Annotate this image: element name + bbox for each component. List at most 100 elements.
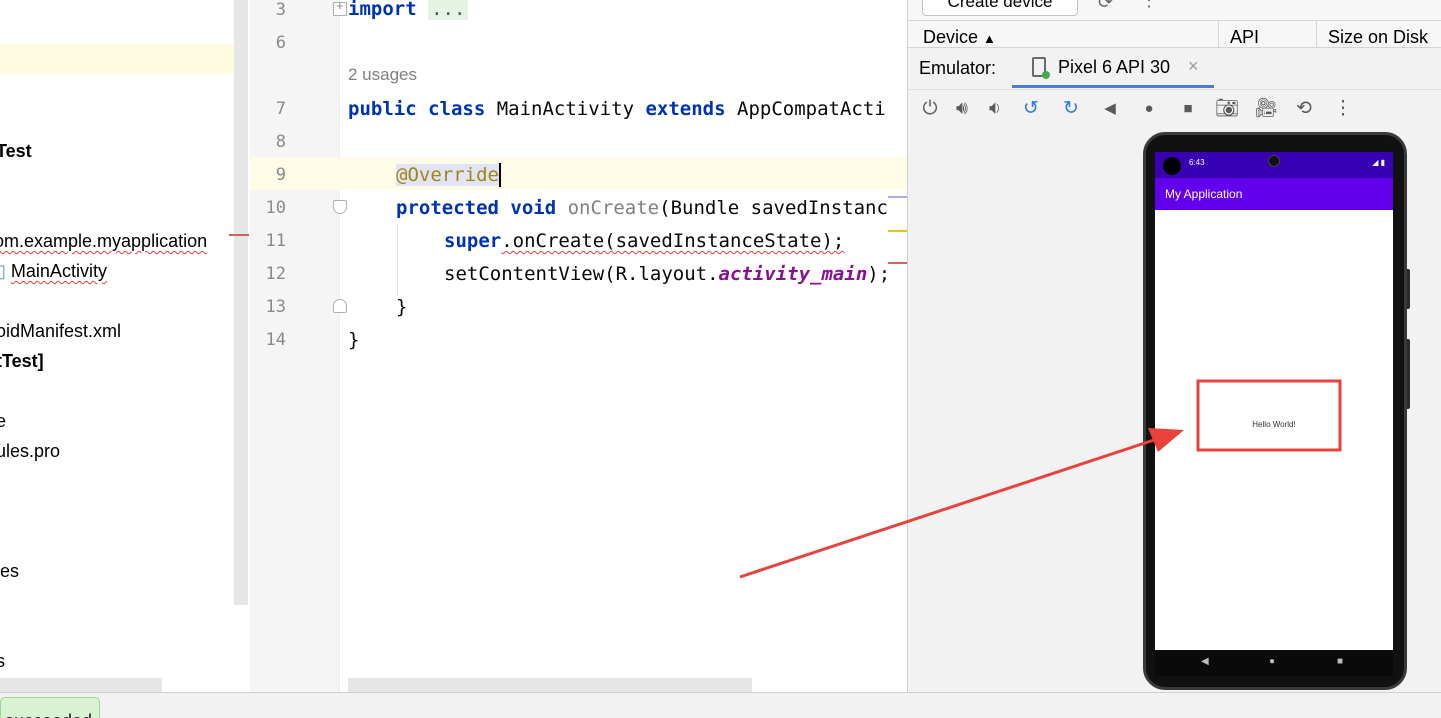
device-table-header: Device ▲ API Size on Disk xyxy=(908,20,1441,49)
volume-down-icon[interactable]: 🔉︎ xyxy=(983,97,1007,121)
line-number: 7 xyxy=(275,99,286,119)
emulator-toolbar: ⏻ 🔊︎ 🔉︎ ↺ ↻ ◀ ● ■ 📷︎ 🎥︎ ⟲ ⋮ xyxy=(908,91,1441,129)
code-line-annotation[interactable]: @Override xyxy=(396,163,501,187)
screenrecord-icon[interactable]: 🎥︎ xyxy=(1254,97,1278,121)
overview-icon[interactable]: ■ xyxy=(1176,97,1200,121)
android-status-bar: 6:43 ◢ ▮ xyxy=(1155,152,1393,178)
fold-expand-icon[interactable] xyxy=(333,0,347,16)
screenshot-icon[interactable]: 📷︎ xyxy=(1215,97,1239,121)
camera-cutout xyxy=(1163,157,1181,175)
column-separator[interactable] xyxy=(1218,21,1219,49)
method-name: onCreate xyxy=(567,197,660,219)
class-name: MainActivity xyxy=(496,98,635,120)
annotation: @Override xyxy=(396,164,499,186)
keyword: import xyxy=(348,0,417,20)
tree-item-manifest[interactable]: oidManifest.xml xyxy=(0,320,121,342)
line-number: 3 xyxy=(275,0,286,20)
nav-home-icon[interactable]: ● xyxy=(1269,656,1275,667)
tree-item-libraries[interactable]: ies xyxy=(0,560,19,582)
tree-item-proguard[interactable]: ules.pro xyxy=(0,440,60,462)
class-icon: ▯ xyxy=(0,261,6,281)
nav-back-icon[interactable]: ◀ xyxy=(1201,656,1209,667)
build-notification[interactable]: succeeded xyxy=(0,697,100,718)
column-separator[interactable] xyxy=(1316,21,1317,49)
create-device-button[interactable]: Create device xyxy=(922,0,1078,16)
emulator-display-area: 6:43 ◢ ▮ My Application Hello World! ◀ ●… xyxy=(908,129,1441,692)
home-icon[interactable]: ● xyxy=(1137,97,1161,121)
tree-item-android-test[interactable]: Test xyxy=(0,140,32,162)
usages-hint[interactable]: 2 usages xyxy=(348,65,417,85)
rotate-right-icon[interactable]: ↻ xyxy=(1059,97,1083,121)
close-icon[interactable]: × xyxy=(1188,56,1199,77)
tree-selected-row[interactable] xyxy=(0,44,248,74)
column-device[interactable]: Device ▲ xyxy=(923,27,996,48)
emulator-label: Emulator: xyxy=(919,58,997,78)
fold-end-icon[interactable] xyxy=(333,299,347,313)
code-line-method[interactable]: protected void onCreate(Bundle savedInst… xyxy=(396,196,888,220)
refresh-icon[interactable]: ⟳ xyxy=(1098,0,1113,13)
project-tree-panel: Test om.example.myapplication ▯ MainActi… xyxy=(0,0,248,692)
device-screen[interactable]: 6:43 ◢ ▮ My Application Hello World! xyxy=(1155,152,1393,650)
nav-overview-icon[interactable]: ■ xyxy=(1337,656,1343,667)
notification-text: succeeded xyxy=(5,711,92,718)
tree-item-test[interactable]: tTest] xyxy=(0,350,44,372)
column-api[interactable]: API xyxy=(1230,27,1259,48)
method-params: (Bundle savedInstanc xyxy=(659,197,888,219)
snapshot-icon[interactable]: ⟲ xyxy=(1292,97,1316,121)
line-number: 9 xyxy=(275,165,286,185)
status-time: 6:43 xyxy=(1189,158,1205,167)
keyword: protected void xyxy=(396,197,557,219)
super-call: .onCreate(savedInstanceState); xyxy=(501,230,845,252)
device-manager-toolbar: Create device ⟳ ⋮ xyxy=(908,0,1441,20)
column-device-label: Device xyxy=(923,27,979,47)
device-manager-panel: Create device ⟳ ⋮ Device ▲ API Size on D… xyxy=(907,0,1441,692)
call-end: ); xyxy=(867,263,891,285)
keyword: super xyxy=(444,230,502,252)
project-horizontal-scrollbar[interactable] xyxy=(0,678,162,692)
tree-item-package[interactable]: om.example.myapplication xyxy=(0,230,207,252)
tree-item-main-activity[interactable]: ▯ MainActivity xyxy=(0,260,107,282)
line-number: 12 xyxy=(265,264,286,284)
rotate-left-icon[interactable]: ↺ xyxy=(1019,97,1043,121)
ide-window: Test om.example.myapplication ▯ MainActi… xyxy=(0,0,1441,718)
indent-guide xyxy=(397,225,398,295)
app-title: My Application xyxy=(1165,187,1243,201)
code-line-super[interactable]: super.onCreate(savedInstanceState); xyxy=(444,229,844,253)
superclass-name: AppCompatActi xyxy=(737,98,886,120)
power-icon[interactable]: ⏻ xyxy=(918,97,942,121)
set-content-call: setContentView(R.layout. xyxy=(444,263,719,285)
volume-up-icon[interactable]: 🔊︎ xyxy=(950,97,974,121)
more-icon[interactable]: ⋮ xyxy=(1140,0,1158,11)
hello-world-text: Hello World! xyxy=(1252,420,1296,429)
project-vertical-scrollbar[interactable] xyxy=(234,0,248,605)
text-caret xyxy=(498,163,501,187)
folded-imports[interactable]: ... xyxy=(428,0,469,20)
tree-item-gitignore[interactable]: e xyxy=(0,410,6,432)
emulator-tab-bar: Emulator: Pixel 6 API 30 × xyxy=(908,48,1441,90)
tree-item-main-activity-label: MainActivity xyxy=(10,261,107,281)
sort-ascending-icon: ▲ xyxy=(983,31,996,46)
tab-label: Pixel 6 API 30 xyxy=(1058,57,1171,77)
back-icon[interactable]: ◀ xyxy=(1098,97,1122,121)
app-bar: My Application xyxy=(1155,178,1393,210)
layout-field: activity_main xyxy=(718,263,868,285)
fold-collapse-icon[interactable] xyxy=(333,200,347,214)
current-line-highlight xyxy=(250,157,907,190)
code-line-class[interactable]: public class MainActivity extends AppCom… xyxy=(348,97,886,121)
column-size[interactable]: Size on Disk xyxy=(1328,27,1428,48)
code-line-import[interactable]: import ... xyxy=(348,0,469,21)
warning-marker xyxy=(888,230,908,232)
code-line-setcontent[interactable]: setContentView(R.layout.activity_main); xyxy=(444,262,890,286)
tree-item-scratches[interactable]: s xyxy=(0,650,5,672)
line-number: 13 xyxy=(265,297,286,317)
code-line-close-class[interactable]: } xyxy=(348,328,359,352)
status-bar xyxy=(0,692,1441,718)
code-line-close-method[interactable]: } xyxy=(396,295,407,319)
line-number: 10 xyxy=(265,198,286,218)
more-icon[interactable]: ⋮ xyxy=(1331,97,1355,121)
line-number: 14 xyxy=(265,330,286,350)
tab-pixel-6-api-30[interactable]: Pixel 6 API 30 × xyxy=(1012,48,1214,88)
line-number: 11 xyxy=(265,231,286,251)
keyword: extends xyxy=(645,98,726,120)
editor-horizontal-scrollbar[interactable] xyxy=(348,678,752,692)
